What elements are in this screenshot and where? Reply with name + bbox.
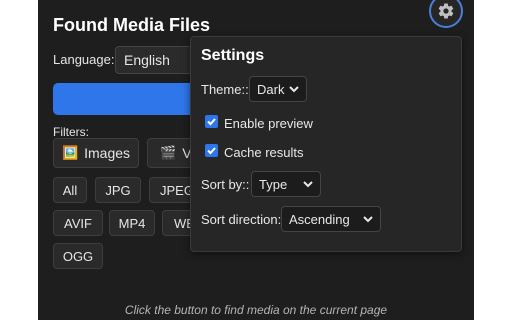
format-chip-jpg[interactable]: JPG [95, 177, 141, 203]
sort-direction-label: Sort direction:: [201, 212, 285, 227]
format-chip-mp4[interactable]: MP4 [109, 210, 155, 236]
gear-icon [438, 3, 454, 19]
settings-popup: Settings Theme:: Dark Enable preview Cac… [190, 36, 462, 252]
chevron-down-icon [303, 181, 313, 188]
checkmark-icon [207, 147, 216, 155]
theme-select-value: Dark [257, 81, 285, 97]
format-chip-label: MP4 [118, 215, 146, 231]
language-select-value: English [124, 52, 170, 68]
chevron-down-icon [363, 216, 373, 223]
format-chip-avif[interactable]: AVIF [53, 210, 103, 236]
sort-direction-select[interactable]: Ascending [281, 206, 381, 232]
format-chip-label: JPG [105, 182, 131, 198]
page-title: Found Media Files [53, 15, 211, 35]
format-chip-label: OGG [62, 248, 94, 264]
cache-results-checkbox[interactable] [205, 144, 218, 157]
settings-button[interactable] [428, 0, 464, 28]
format-chip-label: All [62, 182, 78, 198]
language-select[interactable]: English [115, 46, 195, 74]
sort-by-label: Sort by:: [201, 177, 250, 192]
format-chip-label: AVIF [64, 215, 92, 231]
enable-preview-label: Enable preview [224, 116, 313, 131]
footer-hint: Click the button to find media on the cu… [124, 303, 388, 317]
find-media-button[interactable] [53, 83, 203, 115]
clapper-board-icon: 🎬 [160, 145, 177, 160]
enable-preview-checkbox[interactable] [205, 115, 218, 128]
checkmark-icon [207, 118, 216, 126]
format-chip-label: JPEG [160, 182, 194, 198]
filters-label: Filters: [53, 125, 89, 139]
theme-label: Theme:: [201, 82, 249, 97]
framed-picture-icon: 🖼️ [61, 145, 79, 160]
theme-select[interactable]: Dark [249, 76, 307, 102]
chevron-down-icon [289, 86, 299, 93]
language-label: Language: [53, 52, 115, 67]
sort-direction-select-value: Ascending [289, 211, 350, 227]
cache-results-label: Cache results [224, 145, 304, 160]
settings-title: Settings [201, 47, 265, 64]
format-chip-all[interactable]: All [53, 177, 87, 203]
filter-images-label: Images [84, 145, 131, 161]
format-chip-ogg[interactable]: OGG [53, 243, 103, 269]
sort-by-select-value: Type [259, 176, 288, 192]
sort-by-select[interactable]: Type [251, 171, 321, 197]
filter-images-button[interactable]: 🖼️ Images [53, 138, 139, 168]
